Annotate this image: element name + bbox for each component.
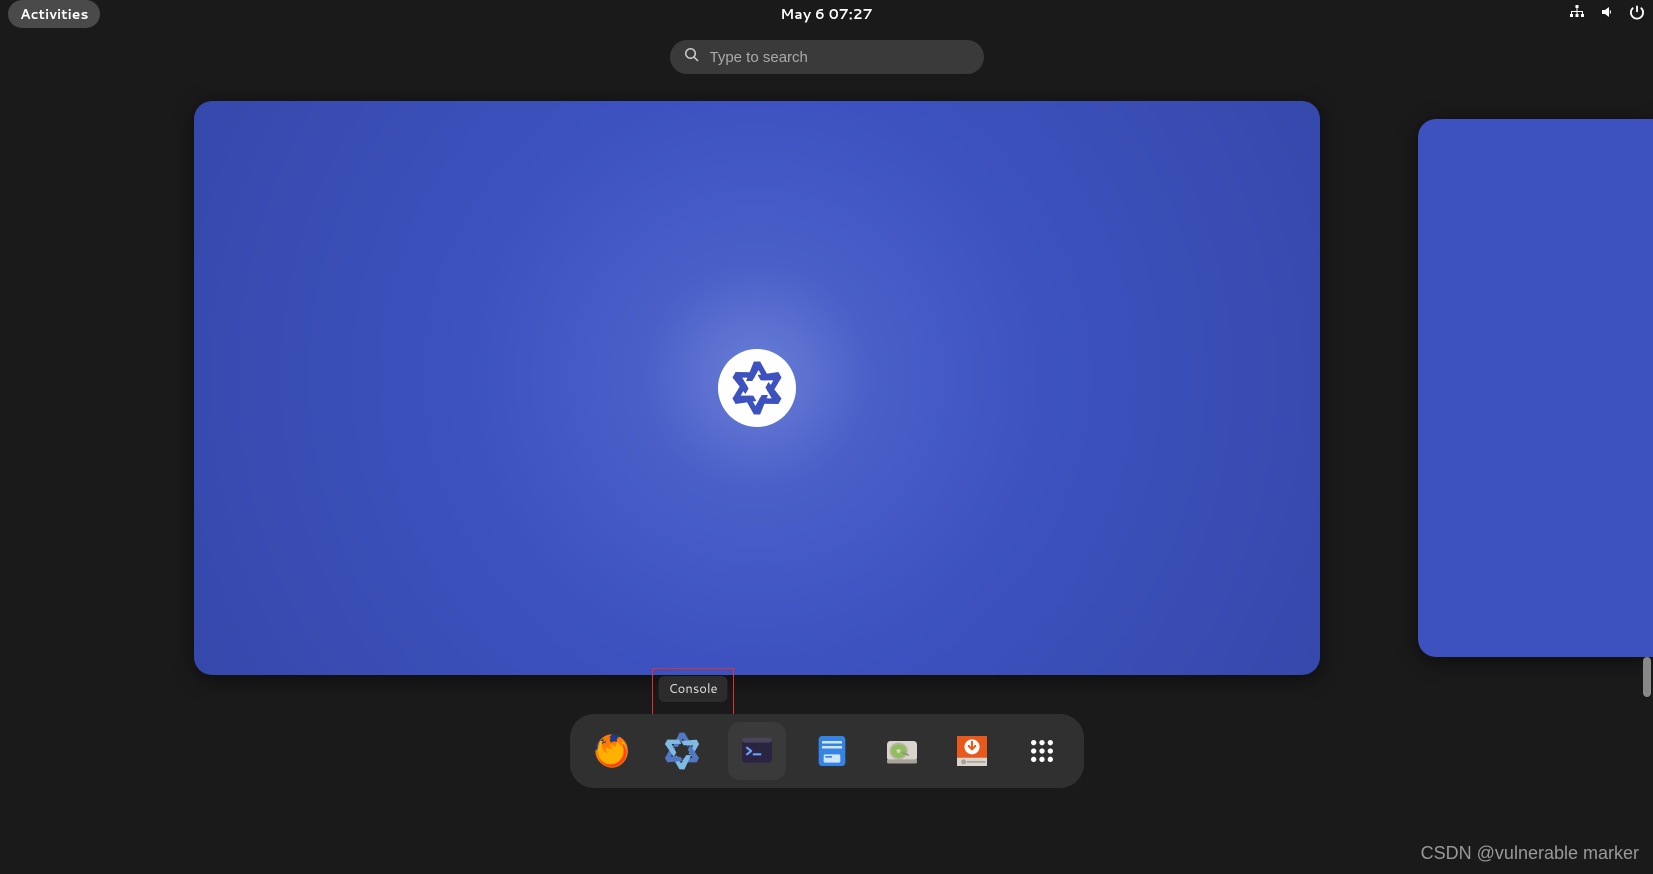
disks-icon	[882, 731, 922, 771]
terminal-icon	[737, 731, 777, 771]
search-input[interactable]	[710, 49, 970, 66]
installer-icon	[952, 731, 992, 771]
dash-installer[interactable]	[948, 727, 996, 775]
overview-search[interactable]	[670, 40, 984, 74]
dash-nixos-manual[interactable]	[658, 727, 706, 775]
activities-button[interactable]: Activities	[8, 0, 100, 28]
watermark-text: CSDN @vulnerable marker	[1421, 843, 1639, 864]
dash-dock	[570, 714, 1084, 788]
workspace-preview-1[interactable]	[194, 101, 1320, 675]
dash-firefox[interactable]	[588, 727, 636, 775]
dash-files[interactable]	[808, 727, 856, 775]
dash-show-apps[interactable]	[1018, 727, 1066, 775]
firefox-icon	[592, 731, 632, 771]
system-indicators[interactable]	[1569, 4, 1645, 25]
apps-grid-icon	[1022, 731, 1062, 771]
dash-disks[interactable]	[878, 727, 926, 775]
power-icon[interactable]	[1629, 4, 1645, 25]
scroll-indicator	[1643, 657, 1651, 697]
nix-snowflake-icon	[662, 731, 702, 771]
files-icon	[812, 731, 852, 771]
clock-label[interactable]: May 6 07:27	[780, 4, 872, 24]
search-icon	[684, 46, 700, 69]
dash-console[interactable]	[728, 722, 786, 780]
dash-tooltip: Console	[658, 676, 727, 702]
volume-icon[interactable]	[1599, 4, 1615, 25]
nixos-logo-icon	[718, 349, 796, 427]
network-icon[interactable]	[1569, 4, 1585, 25]
workspace-preview-2[interactable]	[1418, 119, 1653, 657]
top-bar: Activities May 6 07:27	[0, 0, 1653, 28]
